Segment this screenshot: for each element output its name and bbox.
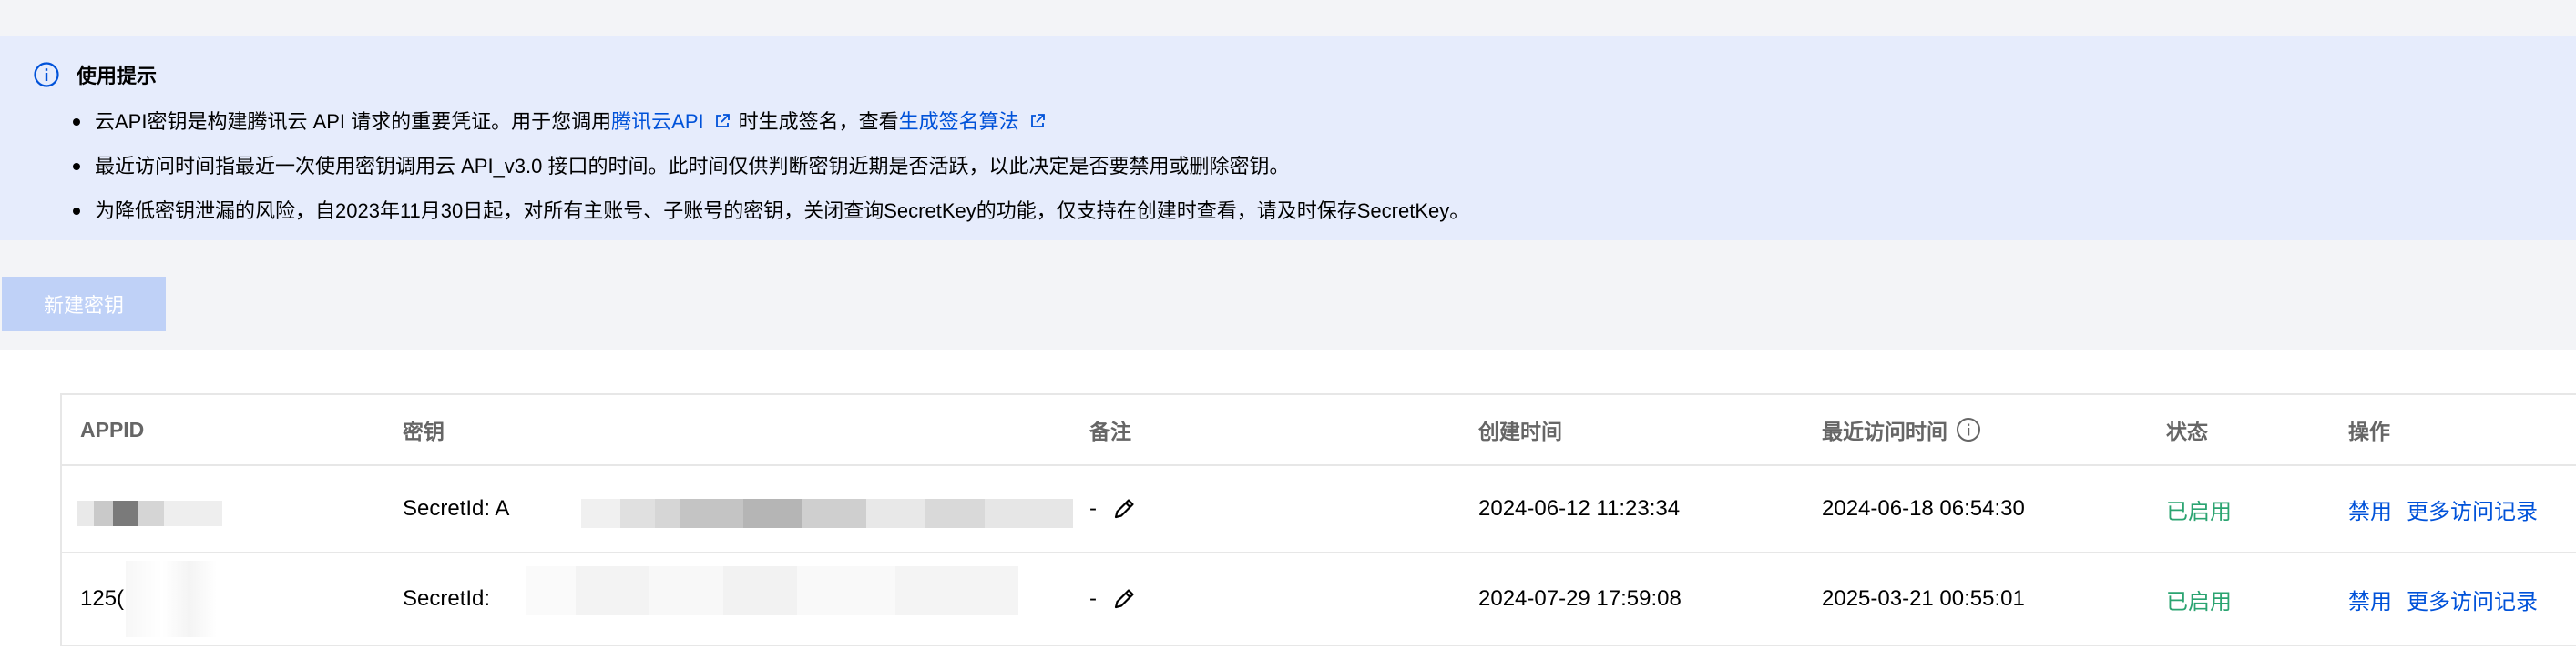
create-key-button[interactable]: 新建密钥 bbox=[2, 277, 166, 331]
bullet bbox=[73, 118, 80, 126]
tencent-cloud-api-link[interactable]: 腾讯云API bbox=[611, 110, 703, 133]
status-badge: 已启用 bbox=[2166, 499, 2232, 524]
signature-algorithm-link[interactable]: 生成签名算法 bbox=[899, 110, 1019, 133]
column-header-created: 创建时间 bbox=[1478, 420, 1562, 443]
table-row: 125( SecretId: - 2024-07-29 17:59:08 202… bbox=[62, 553, 2576, 645]
table-row: SecretId: A - 2024-06-12 11:23:34 2024-0… bbox=[62, 466, 2576, 553]
edit-icon[interactable] bbox=[1111, 586, 1137, 612]
note-cell: - bbox=[1089, 553, 1137, 645]
last-visit-cell: 2024-06-18 06:54:30 bbox=[1822, 496, 2025, 521]
last-visit-cell: 2025-03-21 00:55:01 bbox=[1822, 586, 2025, 611]
external-link-icon[interactable] bbox=[713, 112, 731, 130]
tip-item: 云API密钥是构建腾讯云 API 请求的重要凭证。用于您调用腾讯云API 时生成签… bbox=[73, 99, 1469, 144]
tips-list: 云API密钥是构建腾讯云 API 请求的重要凭证。用于您调用腾讯云API 时生成签… bbox=[73, 99, 1469, 233]
status-badge: 已启用 bbox=[2166, 589, 2232, 614]
column-header-appid: APPID bbox=[80, 417, 145, 442]
created-time-cell: 2024-06-12 11:23:34 bbox=[1478, 496, 1681, 521]
disable-key-link[interactable]: 禁用 bbox=[2348, 584, 2392, 615]
api-key-table: APPID 密钥 备注 创建时间 最近访问时间 状态 操作 SecretId: bbox=[60, 393, 2576, 646]
usage-tips-banner: 使用提示 云API密钥是构建腾讯云 API 请求的重要凭证。用于您调用腾讯云AP… bbox=[0, 36, 2576, 240]
tip-text: 为降低密钥泄漏的风险，自2023年11月30日起，对所有主账号、子账号的密钥，关… bbox=[95, 199, 1470, 222]
tip-text: 云API密钥是构建腾讯云 API 请求的重要凭证。用于您调用 bbox=[95, 110, 612, 133]
external-link-icon[interactable] bbox=[1028, 112, 1047, 130]
redacted-secret-id bbox=[581, 499, 1073, 528]
note-cell: - bbox=[1089, 466, 1137, 552]
tip-item: 最近访问时间指最近一次使用密钥调用云 API_v3.0 接口的时间。此时间仅供判… bbox=[73, 144, 1469, 188]
edit-icon[interactable] bbox=[1111, 496, 1137, 522]
ops-cell: 禁用 更多访问记录 bbox=[2348, 553, 2538, 645]
bullet bbox=[73, 208, 80, 215]
more-visit-records-link[interactable]: 更多访问记录 bbox=[2407, 584, 2538, 615]
info-icon bbox=[34, 62, 59, 87]
column-header-status: 状态 bbox=[2166, 420, 2208, 443]
column-header-last-visit: 最近访问时间 bbox=[1822, 395, 1982, 464]
table-header-row: APPID 密钥 备注 创建时间 最近访问时间 状态 操作 bbox=[62, 395, 2576, 466]
column-header-ops: 操作 bbox=[2348, 420, 2390, 443]
column-header-last-visit-label: 最近访问时间 bbox=[1822, 420, 1947, 443]
question-info-icon[interactable] bbox=[1955, 416, 1982, 443]
created-time-cell: 2024-07-29 17:59:08 bbox=[1478, 586, 1682, 611]
tips-header: 使用提示 bbox=[33, 60, 157, 89]
bullet bbox=[73, 163, 80, 170]
column-header-note: 备注 bbox=[1089, 420, 1131, 443]
redacted-secret-id bbox=[526, 566, 1018, 615]
tip-text: 最近访问时间指最近一次使用密钥调用云 API_v3.0 接口的时间。此时间仅供判… bbox=[95, 155, 1290, 178]
key-table-panel: APPID 密钥 备注 创建时间 最近访问时间 状态 操作 SecretId: bbox=[0, 350, 2576, 670]
tips-title: 使用提示 bbox=[77, 65, 158, 87]
column-header-key: 密钥 bbox=[403, 420, 445, 443]
tip-text: 时生成签名，查看 bbox=[738, 110, 899, 133]
tip-item: 为降低密钥泄漏的风险，自2023年11月30日起，对所有主账号、子账号的密钥，关… bbox=[73, 188, 1469, 233]
redacted-appid bbox=[77, 501, 222, 526]
redacted-appid bbox=[126, 561, 217, 637]
more-visit-records-link[interactable]: 更多访问记录 bbox=[2407, 493, 2538, 525]
disable-key-link[interactable]: 禁用 bbox=[2348, 493, 2392, 525]
ops-cell: 禁用 更多访问记录 bbox=[2348, 466, 2538, 552]
secret-id-cell: SecretId: A bbox=[403, 466, 1073, 552]
appid-cell: 125( bbox=[80, 553, 217, 645]
secret-id-cell: SecretId: bbox=[403, 553, 1018, 645]
